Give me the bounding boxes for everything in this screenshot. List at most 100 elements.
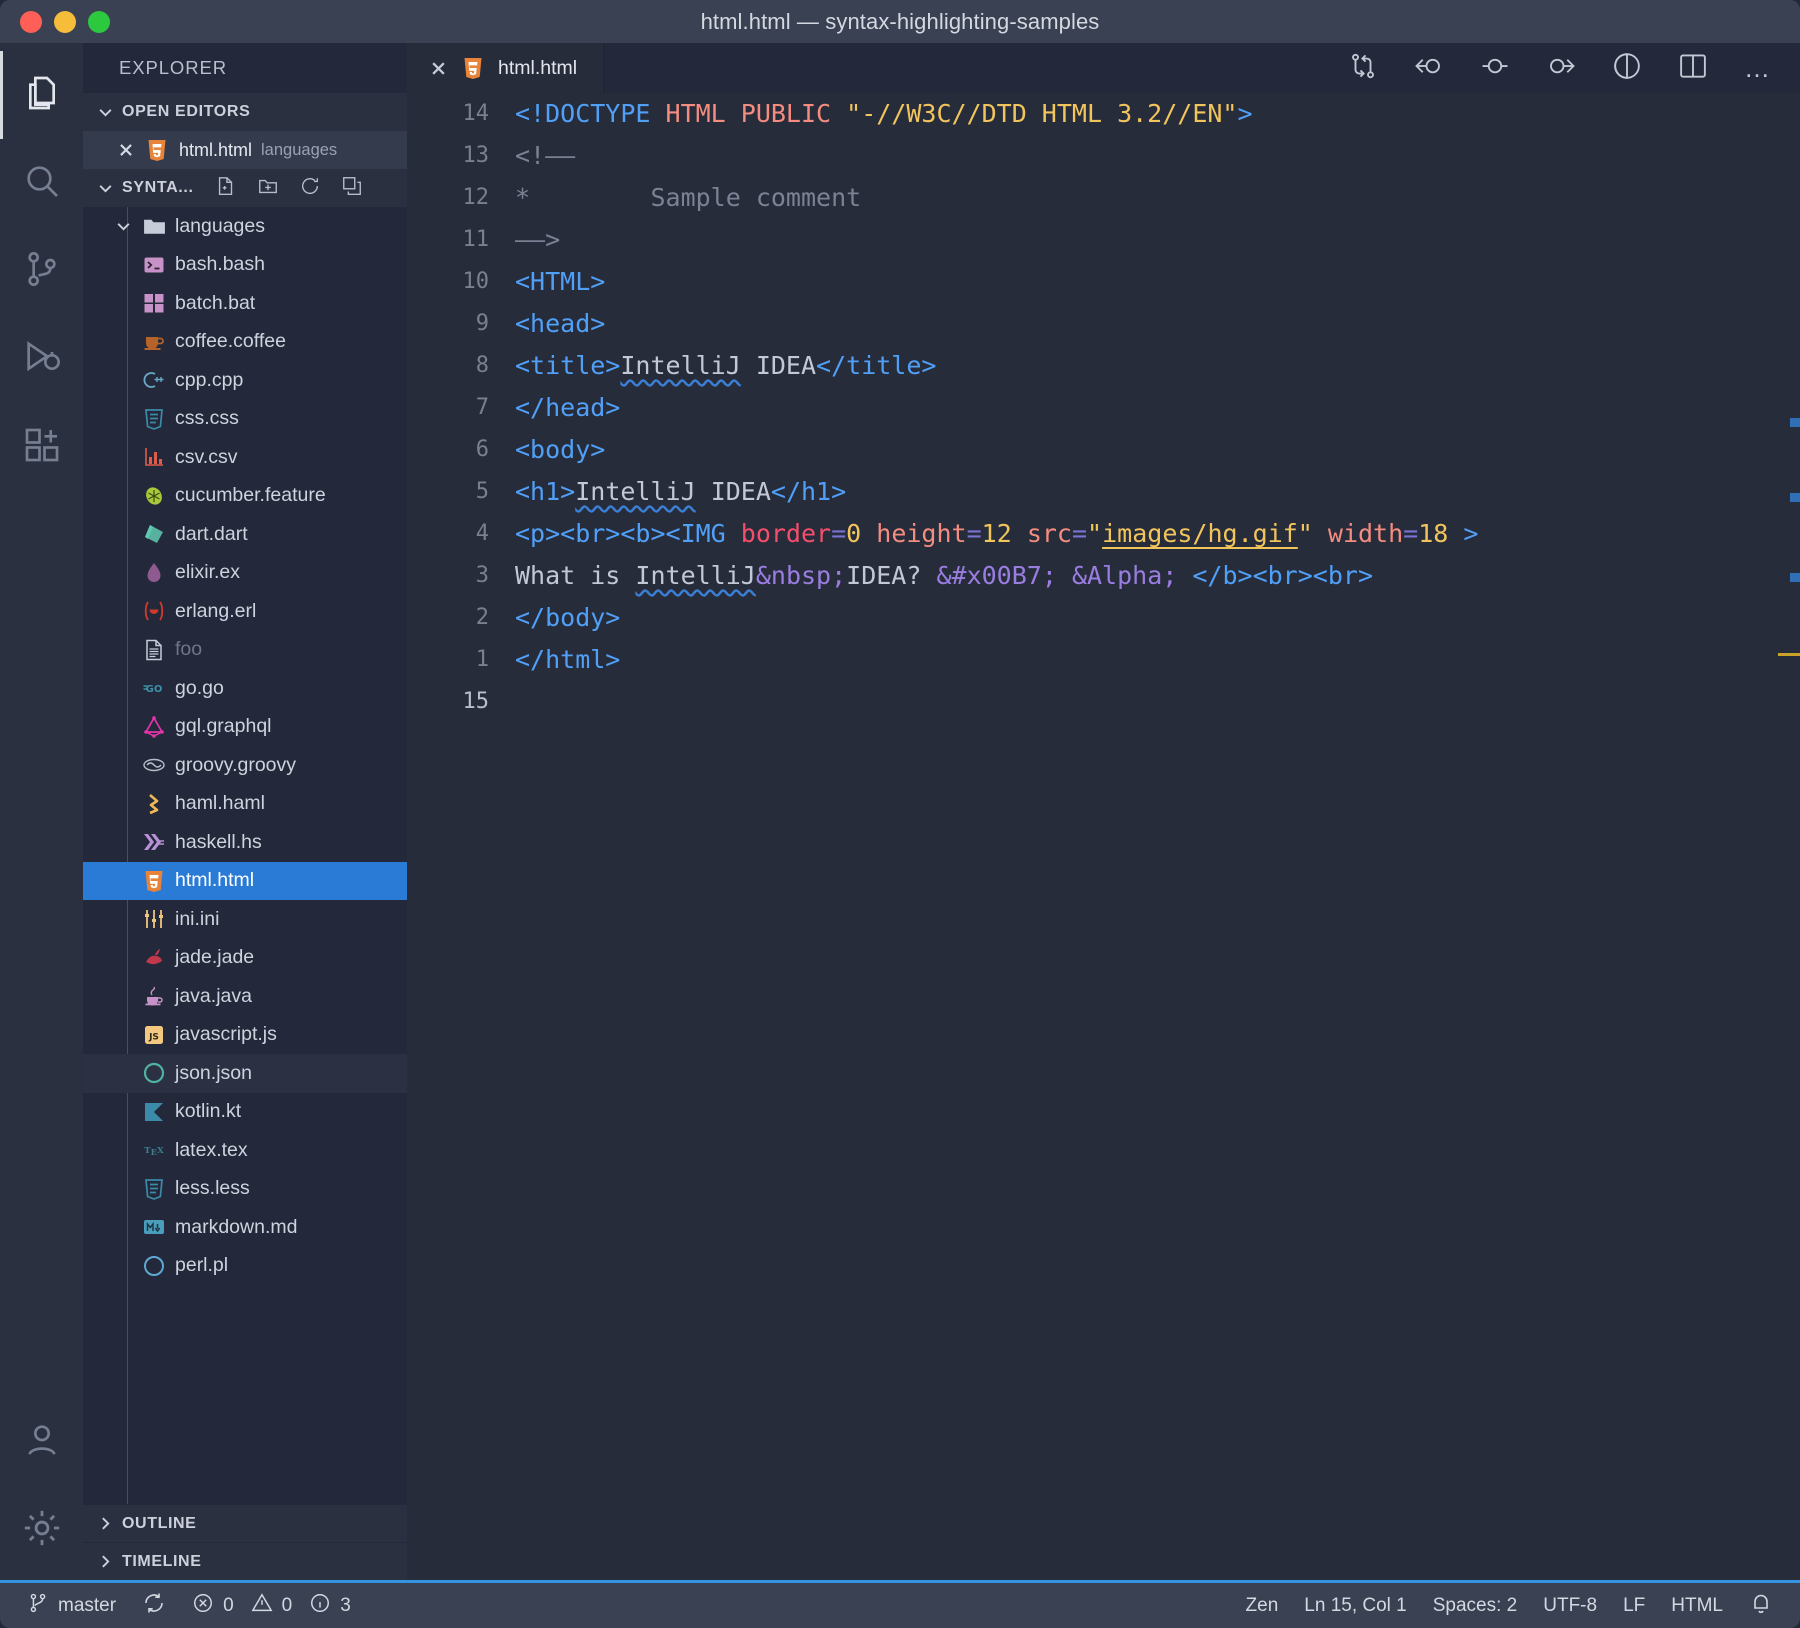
- section-open-editors[interactable]: OPEN EDITORS: [83, 93, 407, 131]
- tree-file-gql-graphql[interactable]: gql.graphql: [83, 708, 407, 747]
- line-content[interactable]: <p><br><b><IMG border=0 height=12 src="i…: [497, 513, 1478, 555]
- close-icon[interactable]: [117, 141, 135, 159]
- tree-file-elixir-ex[interactable]: elixir.ex: [83, 554, 407, 593]
- section-timeline[interactable]: TIMELINE: [83, 1542, 407, 1580]
- activity-item-source-control[interactable]: [0, 227, 83, 315]
- tree-file-html-html[interactable]: html.html: [83, 861, 407, 900]
- more-actions-icon[interactable]: …: [1744, 55, 1772, 81]
- go-forward-change-icon[interactable]: [1546, 51, 1576, 86]
- tab-html-html[interactable]: html.html: [407, 43, 605, 93]
- tree-file-batch-bat[interactable]: batch.bat: [83, 284, 407, 323]
- status-eol[interactable]: LF: [1610, 1595, 1658, 1617]
- html5-icon: [460, 55, 486, 81]
- tree-file-cucumber-feature[interactable]: cucumber.feature: [83, 477, 407, 516]
- status-notifications[interactable]: [1736, 1591, 1786, 1621]
- tree-file-erlang-erl[interactable]: erlang.erl: [83, 592, 407, 631]
- code-editor[interactable]: 14 <!DOCTYPE HTML PUBLIC "-//W3C//DTD HTM…: [407, 93, 1800, 1580]
- line-content[interactable]: <title>IntelliJ IDEA</title>: [497, 345, 936, 387]
- tree-file-perl-pl[interactable]: perl.pl: [83, 1247, 407, 1286]
- status-zen-mode[interactable]: Zen: [1233, 1595, 1292, 1617]
- code-line[interactable]: 2 </body>: [407, 597, 1800, 639]
- code-line[interactable]: 5 <h1>IntelliJ IDEA</h1>: [407, 471, 1800, 513]
- section-outline[interactable]: OUTLINE: [83, 1504, 407, 1542]
- line-content[interactable]: <!——: [497, 135, 575, 177]
- split-compare-icon[interactable]: [1348, 51, 1378, 86]
- tree-file-haskell-hs[interactable]: haskell.hs: [83, 823, 407, 862]
- tree-file-haml-haml[interactable]: haml.haml: [83, 785, 407, 824]
- tree-file-kotlin-kt[interactable]: kotlin.kt: [83, 1093, 407, 1132]
- file-tree[interactable]: languages bash.bash batch.bat coffee.coffe…: [83, 207, 407, 1504]
- tree-file-go-go[interactable]: GO go.go: [83, 669, 407, 708]
- status-sync[interactable]: [129, 1591, 179, 1621]
- code-line[interactable]: 12 * Sample comment: [407, 177, 1800, 219]
- line-content[interactable]: What is IntelliJ&nbsp;IDEA? &#x00B7; &Al…: [497, 555, 1373, 597]
- tree-file-less-less[interactable]: less.less: [83, 1170, 407, 1209]
- close-icon[interactable]: [429, 59, 448, 78]
- tree-file-cpp-cpp[interactable]: cpp.cpp: [83, 361, 407, 400]
- code-line[interactable]: 7 </head>: [407, 387, 1800, 429]
- status-cursor-position[interactable]: Ln 15, Col 1: [1291, 1595, 1419, 1617]
- code-line[interactable]: 8 <title>IntelliJ IDEA</title>: [407, 345, 1800, 387]
- go-back-change-icon[interactable]: [1414, 51, 1444, 86]
- line-content[interactable]: <h1>IntelliJ IDEA</h1>: [497, 471, 846, 513]
- refresh-icon[interactable]: [299, 175, 321, 202]
- preview-icon[interactable]: [1612, 51, 1642, 86]
- line-content[interactable]: </body>: [497, 597, 620, 639]
- line-content[interactable]: ——>: [497, 219, 560, 261]
- tree-file-jade-jade[interactable]: jade.jade: [83, 939, 407, 978]
- line-content[interactable]: <body>: [497, 429, 605, 471]
- code-line[interactable]: 11 ——>: [407, 219, 1800, 261]
- tree-folder-languages[interactable]: languages: [83, 207, 407, 246]
- tree-file-ini-ini[interactable]: ini.ini: [83, 900, 407, 939]
- tree-file-foo[interactable]: foo: [83, 631, 407, 670]
- code-line[interactable]: 1 </html>: [407, 639, 1800, 681]
- tree-file-groovy-groovy[interactable]: groovy.groovy: [83, 746, 407, 785]
- status-problems[interactable]: 0 0 3: [179, 1592, 364, 1620]
- activity-item-explorer[interactable]: [0, 51, 83, 139]
- status-branch[interactable]: master: [14, 1592, 129, 1620]
- activity-item-manage-settings[interactable]: [0, 1486, 83, 1574]
- code-line[interactable]: 9 <head>: [407, 303, 1800, 345]
- code-line[interactable]: 10 <HTML>: [407, 261, 1800, 303]
- line-content[interactable]: <!DOCTYPE HTML PUBLIC "-//W3C//DTD HTML …: [497, 93, 1253, 135]
- activity-item-accounts[interactable]: [0, 1398, 83, 1486]
- code-line[interactable]: 6 <body>: [407, 429, 1800, 471]
- current-change-icon[interactable]: [1480, 51, 1510, 86]
- code-line[interactable]: 14 <!DOCTYPE HTML PUBLIC "-//W3C//DTD HTM…: [407, 93, 1800, 135]
- code-line[interactable]: 3 What is IntelliJ&nbsp;IDEA? &#x00B7; &A…: [407, 555, 1800, 597]
- status-encoding[interactable]: UTF-8: [1530, 1595, 1610, 1617]
- tree-file-dart-dart[interactable]: dart.dart: [83, 515, 407, 554]
- section-project-root[interactable]: SYNTA...: [83, 169, 407, 207]
- tree-file-java-java[interactable]: java.java: [83, 977, 407, 1016]
- status-language-mode[interactable]: HTML: [1658, 1595, 1736, 1617]
- code-line[interactable]: 15: [407, 681, 1800, 723]
- tree-file-css-css[interactable]: css.css: [83, 400, 407, 439]
- tree-file-latex-tex[interactable]: TEX latex.tex: [83, 1131, 407, 1170]
- tree-file-json-json[interactable]: json.json: [83, 1054, 407, 1093]
- tree-file-bash-bash[interactable]: bash.bash: [83, 246, 407, 285]
- maximize-window-button[interactable]: [88, 10, 110, 33]
- collapse-all-icon[interactable]: [341, 175, 363, 202]
- activity-item-search[interactable]: [0, 139, 83, 227]
- activity-item-run-and-debug[interactable]: [0, 315, 83, 403]
- code-line[interactable]: 13 <!——: [407, 135, 1800, 177]
- line-content[interactable]: * Sample comment: [497, 177, 861, 219]
- line-content[interactable]: <head>: [497, 303, 605, 345]
- status-indentation[interactable]: Spaces: 2: [1420, 1595, 1531, 1617]
- split-editor-icon[interactable]: [1678, 51, 1708, 86]
- minimize-window-button[interactable]: [54, 10, 76, 33]
- tree-file-csv-csv[interactable]: csv.csv: [83, 438, 407, 477]
- minimap[interactable]: [1778, 93, 1800, 1580]
- new-file-icon[interactable]: [215, 175, 237, 202]
- tree-file-coffee-coffee[interactable]: coffee.coffee: [83, 323, 407, 362]
- new-folder-icon[interactable]: [257, 175, 279, 202]
- line-content[interactable]: </html>: [497, 639, 620, 681]
- code-line[interactable]: 4 <p><br><b><IMG border=0 height=12 src="…: [407, 513, 1800, 555]
- open-editor-item-html[interactable]: html.html languages: [83, 131, 407, 169]
- activity-item-extensions[interactable]: [0, 403, 83, 491]
- tree-file-markdown-md[interactable]: markdown.md: [83, 1208, 407, 1247]
- line-content[interactable]: </head>: [497, 387, 620, 429]
- line-content[interactable]: <HTML>: [497, 261, 605, 303]
- tree-file-javascript-js[interactable]: JS javascript.js: [83, 1016, 407, 1055]
- close-window-button[interactable]: [20, 10, 42, 33]
